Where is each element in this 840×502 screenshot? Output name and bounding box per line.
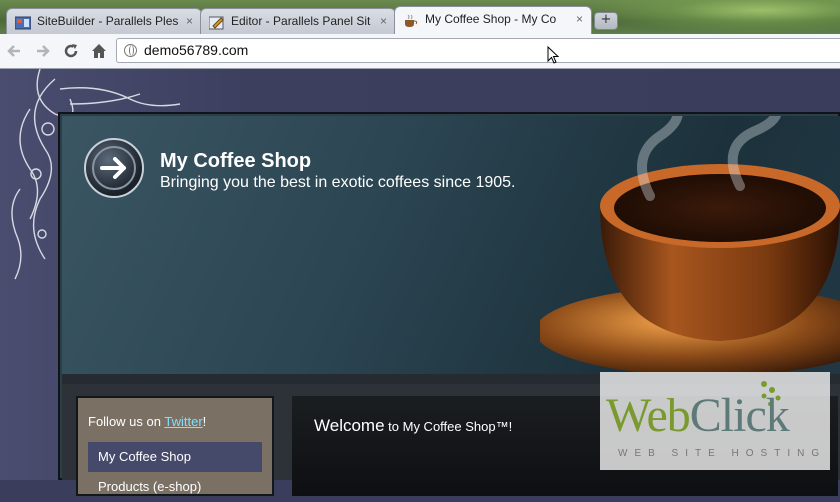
nav-item-my-coffee-shop[interactable]: My Coffee Shop: [88, 442, 262, 472]
webclick-watermark: WebClick WEB SITE HOSTING: [600, 372, 830, 470]
browser-toolbar: demo56789.com: [0, 34, 840, 69]
tab-title: SiteBuilder - Parallels Ples: [37, 14, 179, 28]
close-icon[interactable]: ×: [186, 9, 193, 33]
globe-icon: [124, 44, 137, 57]
close-icon[interactable]: ×: [576, 7, 583, 31]
watermark-subtitle: WEB SITE HOSTING: [618, 448, 827, 459]
welcome-word: Welcome: [314, 416, 385, 435]
url-text[interactable]: demo56789.com: [144, 39, 248, 62]
tab-title: My Coffee Shop - My Co: [425, 12, 557, 26]
follow-text: Follow us on Twitter!: [88, 414, 206, 429]
tab-sitebuilder[interactable]: SiteBuilder - Parallels Ples ×: [6, 8, 202, 34]
welcome-heading: Welcome to My Coffee Shop™!: [314, 416, 512, 436]
follow-prefix: Follow us on: [88, 414, 165, 429]
watermark-brand: WebClick: [606, 388, 790, 443]
follow-suffix: !: [202, 414, 207, 429]
welcome-rest: to My Coffee Shop™!: [384, 419, 513, 434]
arrow-circle-icon[interactable]: [84, 138, 144, 198]
tab-strip: SiteBuilder - Parallels Ples × Editor - …: [0, 0, 840, 34]
editor-icon: [208, 14, 225, 30]
address-bar[interactable]: demo56789.com: [116, 38, 840, 63]
theme-background: [580, 0, 840, 34]
site-title[interactable]: My Coffee Shop: [160, 150, 311, 173]
sitebuilder-icon: [14, 14, 32, 30]
back-arrow-icon[interactable]: [5, 41, 25, 61]
coffee-cup-icon: [403, 12, 419, 27]
twitter-link[interactable]: Twitter: [164, 414, 202, 429]
new-tab-button[interactable]: +: [594, 12, 618, 30]
close-icon[interactable]: ×: [380, 9, 387, 33]
mouse-cursor-icon: [547, 46, 560, 64]
tab-my-coffee-shop[interactable]: My Coffee Shop - My Co ×: [394, 6, 592, 34]
home-icon[interactable]: [89, 41, 109, 61]
sidebar: Follow us on Twitter! My Coffee Shop Pro…: [76, 396, 274, 496]
coffee-cup-image: [540, 116, 840, 374]
tab-editor[interactable]: Editor - Parallels Panel Sit ×: [200, 8, 396, 34]
site-tagline: Bringing you the best in exotic coffees …: [160, 174, 516, 191]
brand-click: Click: [689, 389, 790, 442]
site-header: My Coffee Shop Bringing you the best in …: [62, 116, 840, 374]
tab-title: Editor - Parallels Panel Sit: [231, 14, 371, 28]
forward-arrow-icon[interactable]: [32, 41, 52, 61]
reload-icon[interactable]: [61, 41, 81, 61]
brand-web: Web: [606, 389, 691, 442]
nav-item-products[interactable]: Products (e-shop): [88, 472, 262, 502]
